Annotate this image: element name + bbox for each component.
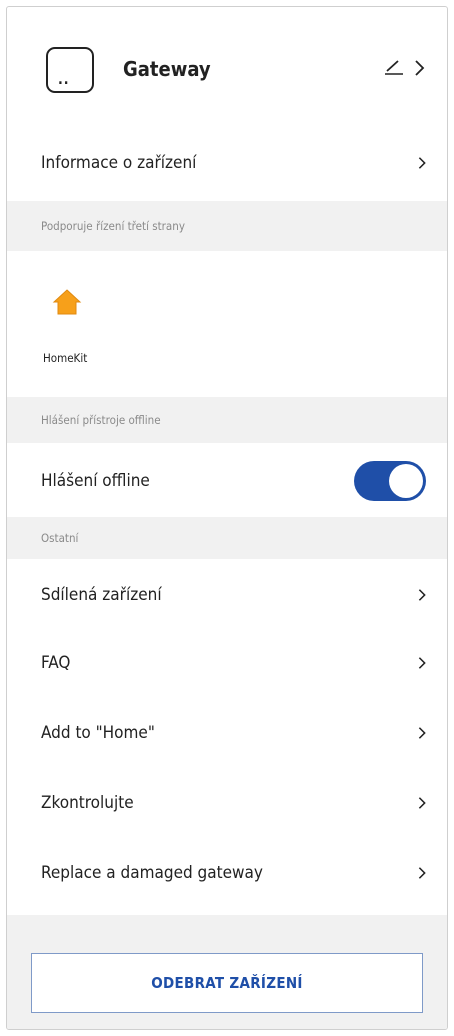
- edit-pencil-icon[interactable]: [383, 55, 405, 75]
- homekit-label: HomeKit: [43, 351, 88, 365]
- add-to-home-row[interactable]: Add to "Home": [7, 705, 447, 761]
- chevron-right-icon: [418, 797, 426, 809]
- offline-report-toggle[interactable]: [354, 461, 426, 501]
- device-info-row[interactable]: Informace o zařízení: [7, 137, 447, 189]
- replace-gateway-label: Replace a damaged gateway: [41, 863, 263, 883]
- shared-devices-label: Sdílená zařízení: [41, 585, 162, 605]
- section-header-third-party: Podporuje řízení třetí strany: [7, 201, 447, 251]
- chevron-right-icon: [418, 157, 426, 169]
- section-header-offline: Hlášení přístroje offline: [7, 397, 447, 443]
- check-row[interactable]: Zkontrolujte: [7, 775, 447, 831]
- chevron-right-icon: [418, 727, 426, 739]
- faq-row[interactable]: FAQ: [7, 635, 447, 691]
- section-title: Hlášení přístroje offline: [41, 413, 161, 427]
- chevron-right-icon: [418, 589, 426, 601]
- replace-gateway-row[interactable]: Replace a damaged gateway: [7, 845, 447, 901]
- device-icon: ..: [46, 47, 94, 93]
- section-title: Podporuje řízení třetí strany: [41, 219, 185, 233]
- device-title: Gateway: [123, 57, 211, 81]
- faq-label: FAQ: [41, 653, 71, 673]
- chevron-right-icon[interactable]: [413, 59, 425, 77]
- device-info-label: Informace o zařízení: [41, 153, 197, 173]
- add-to-home-label: Add to "Home": [41, 723, 155, 743]
- chevron-right-icon: [418, 657, 426, 669]
- check-label: Zkontrolujte: [41, 793, 134, 813]
- chevron-right-icon: [418, 867, 426, 879]
- remove-device-button[interactable]: ODEBRAT ZAŘÍZENÍ: [31, 953, 423, 1013]
- device-icon-dots: ..: [58, 72, 70, 88]
- homekit-icon[interactable]: [52, 287, 82, 317]
- section-title: Ostatní: [41, 531, 79, 545]
- device-settings-screen: .. Gateway Informace o zařízení Podporuj…: [6, 6, 448, 1030]
- section-header-other: Ostatní: [7, 517, 447, 559]
- shared-devices-row[interactable]: Sdílená zařízení: [7, 567, 447, 623]
- toggle-knob: [389, 464, 423, 498]
